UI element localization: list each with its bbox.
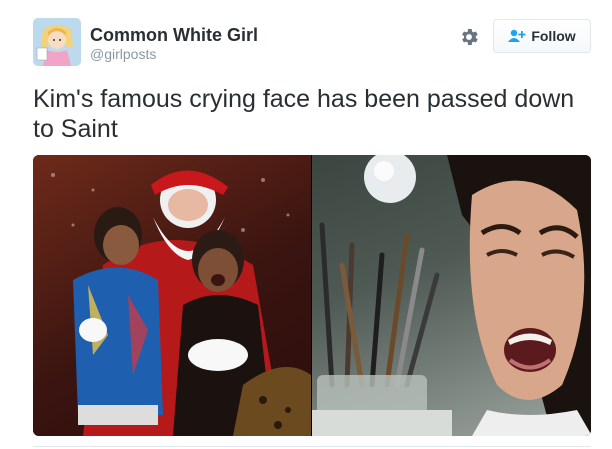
santa-photo[interactable]: [33, 155, 311, 436]
crying-woman-photo[interactable]: [311, 155, 591, 436]
follow-button[interactable]: Follow: [493, 19, 591, 53]
avatar[interactable]: [33, 18, 81, 66]
add-user-icon: [508, 29, 526, 43]
tweet-media[interactable]: [33, 155, 591, 436]
tweet-divider: [33, 446, 591, 447]
author-name[interactable]: Common White Girl: [90, 25, 258, 46]
follow-label: Follow: [531, 28, 576, 44]
avatar-image: [33, 18, 81, 66]
gear-icon[interactable]: [458, 26, 480, 48]
author-handle[interactable]: @girlposts: [90, 46, 156, 62]
tweet-text: Kim's famous crying face has been passed…: [33, 85, 575, 143]
